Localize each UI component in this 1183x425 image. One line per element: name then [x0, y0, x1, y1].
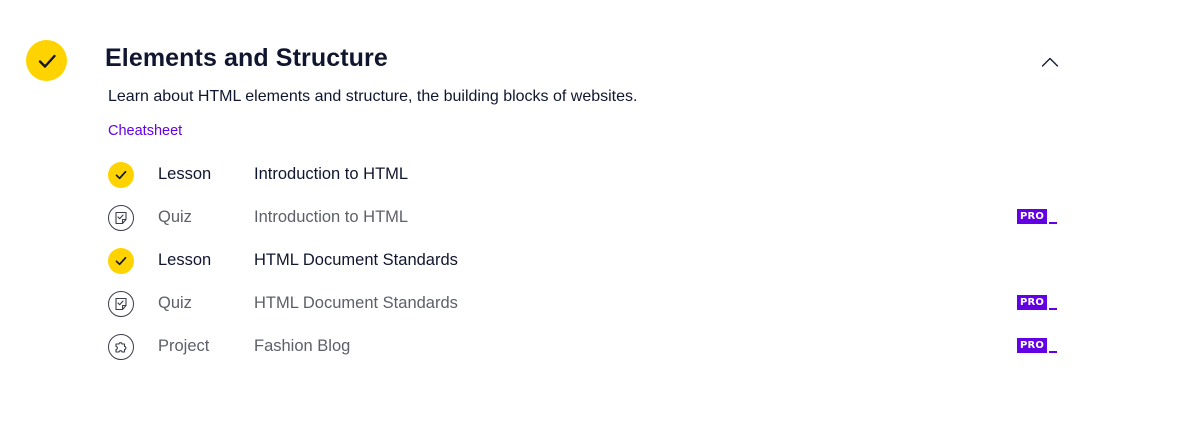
item-name-link[interactable]: Introduction to HTML [254, 208, 408, 227]
item-name-link[interactable]: HTML Document Standards [254, 251, 458, 270]
content-item-list: Lesson Introduction to HTML Quiz Introdu… [108, 153, 1068, 368]
item-type-label: Lesson [158, 251, 212, 269]
pro-badge-underscore [1049, 351, 1058, 353]
item-name-link[interactable]: HTML Document Standards [254, 294, 458, 313]
item-type-label: Lesson [158, 165, 212, 183]
pro-badge-underscore [1049, 308, 1058, 310]
checkmark-icon [108, 161, 134, 188]
quiz-icon [108, 290, 134, 317]
pro-badge: PRO [1017, 209, 1058, 224]
module-complete-checkmark-icon [26, 40, 67, 81]
content-item-quiz[interactable]: Quiz Introduction to HTML PRO [108, 196, 1068, 239]
content-item-lesson[interactable]: Lesson HTML Document Standards [108, 239, 1068, 282]
checkmark-icon [108, 247, 134, 274]
module-description: Learn about HTML elements and structure,… [108, 88, 638, 105]
item-type-label: Project [158, 337, 210, 355]
quiz-icon [108, 204, 134, 231]
content-item-lesson[interactable]: Lesson Introduction to HTML [108, 153, 1068, 196]
collapse-toggle-button[interactable] [1038, 52, 1062, 72]
item-name-link[interactable]: Fashion Blog [254, 337, 350, 356]
pro-badge-underscore [1049, 222, 1058, 224]
pro-badge: PRO [1017, 295, 1058, 310]
item-type-label: Quiz [158, 294, 192, 312]
pro-badge-label: PRO [1017, 209, 1048, 224]
content-item-quiz[interactable]: Quiz HTML Document Standards PRO [108, 282, 1068, 325]
content-item-project[interactable]: Project Fashion Blog PRO [108, 325, 1068, 368]
module-title: Elements and Structure [105, 44, 388, 72]
module-section: Elements and Structure Learn about HTML … [0, 0, 1183, 425]
cheatsheet-link[interactable]: Cheatsheet [108, 123, 182, 139]
item-name-link[interactable]: Introduction to HTML [254, 165, 408, 184]
pro-badge-label: PRO [1017, 338, 1048, 353]
pro-badge-label: PRO [1017, 295, 1048, 310]
chevron-up-icon [1041, 57, 1059, 67]
pro-badge: PRO [1017, 338, 1058, 353]
puzzle-icon [108, 333, 134, 360]
item-type-label: Quiz [158, 208, 192, 226]
